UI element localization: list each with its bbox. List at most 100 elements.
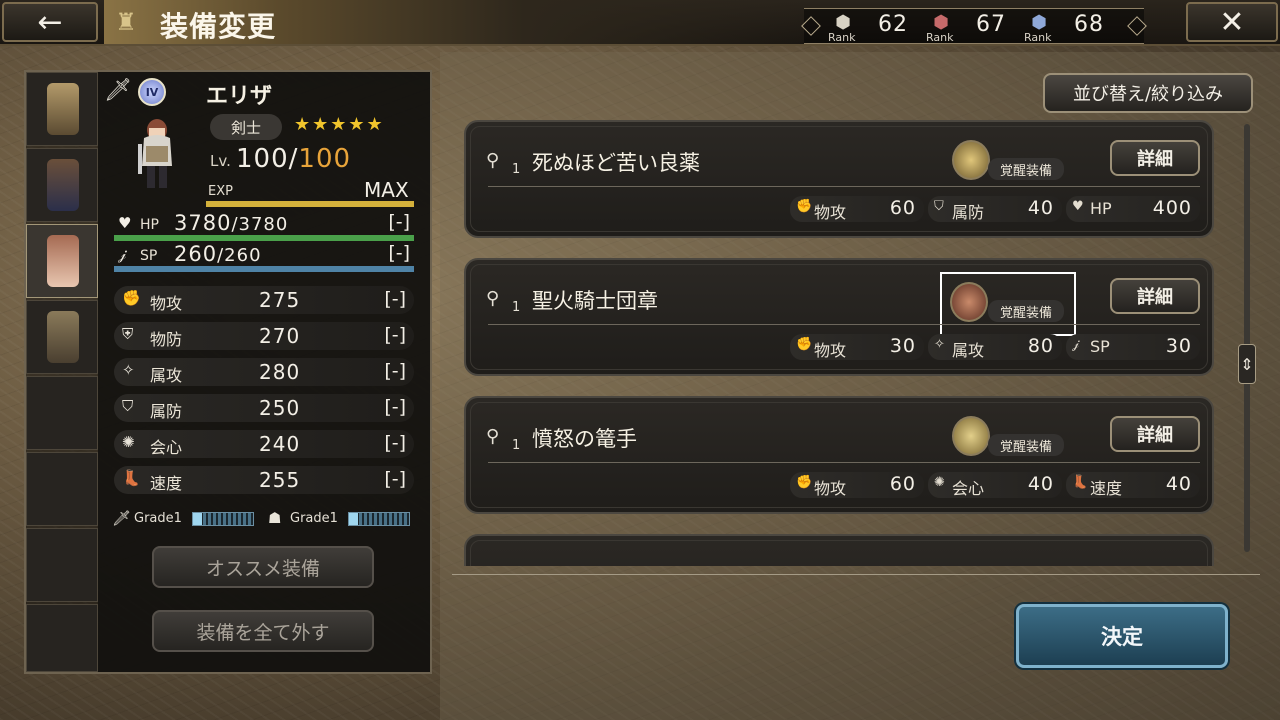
party-column xyxy=(26,72,98,672)
party-slot-1[interactable] xyxy=(26,72,98,146)
level-max: 100 xyxy=(298,144,352,174)
stat-chip: 𝒿 SP 30 xyxy=(1066,334,1200,360)
awaken-equip-badge: 覚醒装備 xyxy=(948,416,1068,460)
party-slot-6[interactable] xyxy=(26,452,98,526)
stat-chip: ✊ 物攻 30 xyxy=(790,334,924,360)
equipment-item[interactable]: ⚲ 1 憤怒の篭手 覚醒装備 詳細 ✊ 物攻 60 ✺ 会心 40 👢 速度 4… xyxy=(464,396,1214,514)
rank-badge: IV xyxy=(138,78,166,106)
divider xyxy=(488,462,1200,463)
detail-button[interactable]: 詳細 xyxy=(1110,416,1200,452)
sp-bar xyxy=(114,266,414,272)
stat-chip: ✊ 物攻 60 xyxy=(790,196,924,222)
job-label: 剣士 xyxy=(210,114,282,140)
hp-bar xyxy=(114,235,414,241)
stat-label: 速度 xyxy=(150,474,183,493)
character-name: エリザ xyxy=(206,84,273,109)
sp-label: SP xyxy=(140,248,158,264)
item-name: 聖火騎士団章 xyxy=(532,289,658,313)
exp-label: EXP xyxy=(208,184,233,199)
awaken-equip-badge-selected: 覚醒装備 xyxy=(940,272,1076,336)
equipment-item[interactable]: ⚲ 1 聖火騎士団章 覚醒装備 詳細 ✊ 物攻 30 ✧ 属攻 80 𝒿 SP … xyxy=(464,258,1214,376)
item-name: 憤怒の篭手 xyxy=(532,427,637,451)
stat-row-elem-atk: ✧ 属攻 280 [-] xyxy=(114,358,414,386)
chip-label: SP xyxy=(1090,337,1110,356)
stat-chip: ♥ HP 400 xyxy=(1066,196,1200,222)
divider xyxy=(488,186,1200,187)
sp-current: 260 xyxy=(174,242,218,266)
rank-label: Rank xyxy=(926,31,954,44)
scroll-arrows-icon: ⇕ xyxy=(1240,354,1254,374)
party-slot-7[interactable] xyxy=(26,528,98,602)
item-count: 1 xyxy=(512,300,521,315)
list-bottom-divider xyxy=(452,574,1260,575)
party-slot-8[interactable] xyxy=(26,604,98,672)
grade-fill xyxy=(193,513,202,525)
stat-row-phys-def: ⛨ 物防 270 [-] xyxy=(114,322,414,350)
stat-value: 270 xyxy=(259,324,301,348)
chip-label: 物攻 xyxy=(814,479,847,498)
chip-label: 速度 xyxy=(1090,479,1123,498)
stat-label: 会心 xyxy=(150,438,183,457)
hp-row: ♥ HP 3780/3780 [-] xyxy=(114,211,416,241)
unequip-all-button[interactable]: 装備を全て外す xyxy=(152,610,374,652)
back-button[interactable]: ← xyxy=(2,2,98,42)
recommend-equip-button[interactable]: オススメ装備 xyxy=(152,546,374,588)
detail-button[interactable]: 詳細 xyxy=(1110,140,1200,176)
stat-diff: [-] xyxy=(384,360,406,382)
stat-value: 250 xyxy=(259,396,301,420)
chip-label: 属防 xyxy=(952,203,985,222)
divider xyxy=(488,324,1200,325)
phys-atk-icon: ✊ xyxy=(796,337,813,352)
chip-value: 60 xyxy=(889,473,916,495)
phys-atk-icon: ✊ xyxy=(122,289,141,307)
stat-diff: [-] xyxy=(384,396,406,418)
chip-label: 物攻 xyxy=(814,341,847,360)
phys-atk-icon: ✊ xyxy=(796,199,813,214)
party-slot-3[interactable] xyxy=(26,224,98,298)
equipment-item[interactable]: ⚲ 1 死ぬほど苦い良薬 覚醒装備 詳細 ✊ 物攻 60 ⛉ 属防 40 ♥ H… xyxy=(464,120,1214,238)
confirm-button[interactable]: 決定 xyxy=(1016,604,1228,668)
stat-chip: ⛉ 属防 40 xyxy=(928,196,1062,222)
elem-atk-icon: ✧ xyxy=(934,337,945,352)
speed-boot-icon: 👢 xyxy=(1072,475,1089,490)
stat-chip: ✧ 属攻 80 xyxy=(928,334,1062,360)
page-title: 装備変更 xyxy=(160,10,277,43)
sort-filter-button[interactable]: 並び替え/絞り込み xyxy=(1043,73,1253,113)
stat-label: 属攻 xyxy=(150,366,183,385)
chip-label: 属攻 xyxy=(952,341,985,360)
hp-max: /3780 xyxy=(231,214,289,235)
grade-label: Grade1 xyxy=(134,511,182,526)
party-slot-5[interactable] xyxy=(26,376,98,450)
character-portrait xyxy=(47,159,79,211)
close-button[interactable]: ✕ xyxy=(1186,2,1278,42)
awaken-equip-badge: 覚醒装備 xyxy=(948,140,1068,184)
phys-atk-icon: ✊ xyxy=(796,475,813,490)
chip-value: 400 xyxy=(1152,197,1192,219)
chip-value: 30 xyxy=(889,335,916,357)
hp-label: HP xyxy=(140,217,159,233)
chip-value: 30 xyxy=(1165,335,1192,357)
character-face-icon xyxy=(952,140,990,180)
scrollbar-track[interactable] xyxy=(1244,124,1250,552)
hp-diff: [-] xyxy=(388,211,410,233)
character-face-icon xyxy=(952,416,990,456)
elem-atk-icon: ✧ xyxy=(122,361,135,379)
stat-label: 物攻 xyxy=(150,294,183,313)
stat-diff: [-] xyxy=(384,468,406,490)
scrollbar-thumb[interactable]: ⇕ xyxy=(1238,344,1256,384)
equipment-item-partial[interactable] xyxy=(464,534,1214,566)
stat-chip: ✺ 会心 40 xyxy=(928,472,1062,498)
sp-value: 260/260 xyxy=(174,242,262,266)
character-portrait xyxy=(47,235,79,287)
party-slot-4[interactable] xyxy=(26,300,98,374)
speed-boot-icon: 👢 xyxy=(122,469,141,487)
stat-value: 240 xyxy=(259,432,301,456)
star-rating: ★★★★★ xyxy=(294,114,385,135)
stat-value: 255 xyxy=(259,468,301,492)
level-value: 100/100 xyxy=(236,144,351,174)
equipment-list[interactable]: ⚲ 1 死ぬほど苦い良薬 覚醒装備 詳細 ✊ 物攻 60 ⛉ 属防 40 ♥ H… xyxy=(462,120,1224,566)
detail-button[interactable]: 詳細 xyxy=(1110,278,1200,314)
grade-label: Grade1 xyxy=(290,511,338,526)
accessory-ring-icon: ⚲ xyxy=(486,426,500,447)
party-slot-2[interactable] xyxy=(26,148,98,222)
